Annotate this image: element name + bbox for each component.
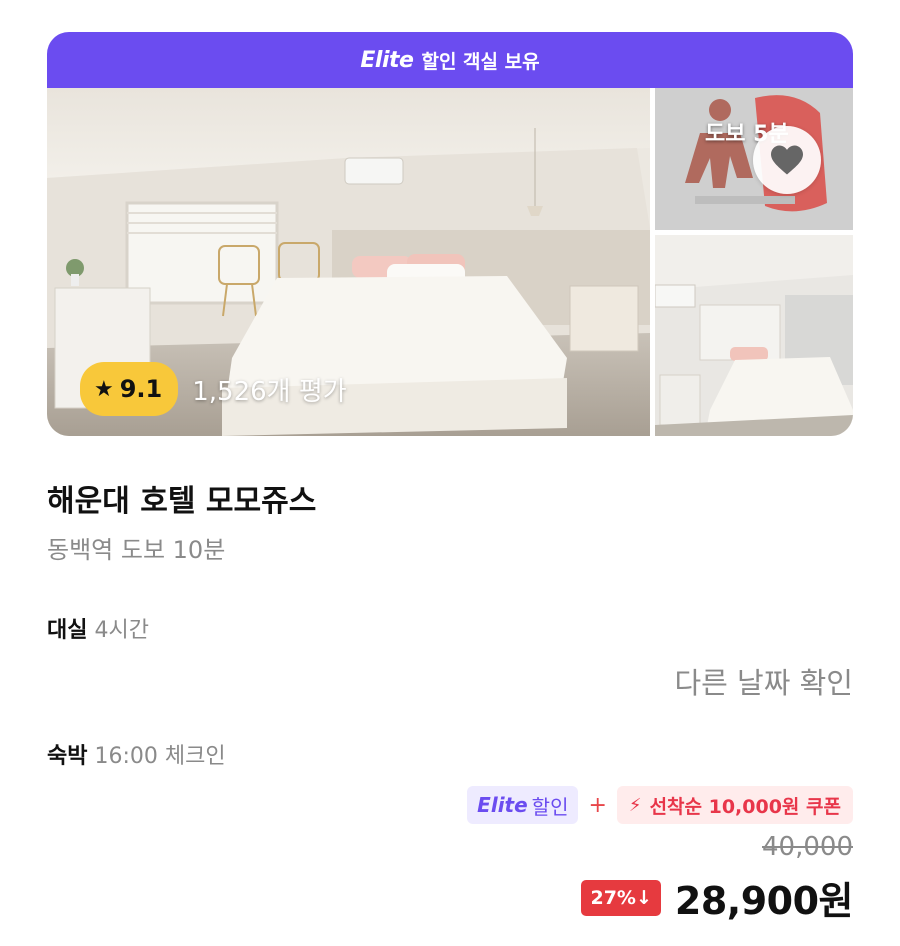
final-price: 28,900원 — [674, 879, 854, 923]
stay-value: 16:00 체크인 — [94, 744, 226, 769]
promo-row: Elite 할인 + ⚡ 선착순 10,000원 쿠폰 — [467, 786, 853, 824]
original-price: 40,000 — [762, 832, 853, 862]
elite-logo: Elite — [360, 47, 414, 73]
star-icon: ★ — [94, 376, 114, 402]
hotel-card[interactable]: Elite 할인 객실 보유 도보 5분 ★ 9.1 1,526개 평가 — [47, 32, 853, 436]
elite-banner-text: 할인 객실 보유 — [421, 50, 540, 73]
promo-plus: + — [588, 792, 607, 818]
room-thumbnail-photo[interactable] — [655, 235, 853, 436]
daysil-info: 대실 4시간 — [47, 612, 149, 644]
rating-score: 9.1 — [119, 375, 163, 403]
rating-badge: ★ 9.1 — [80, 362, 179, 416]
coupon-text: 선착순 10,000원 쿠폰 — [649, 795, 841, 818]
elite-banner: Elite 할인 객실 보유 — [47, 32, 853, 88]
elite-badge-text: 할인 — [531, 794, 569, 819]
stay-label: 숙박 — [47, 744, 88, 769]
heart-icon — [771, 145, 803, 175]
stay-info: 숙박 16:00 체크인 — [47, 738, 226, 770]
rating-row: ★ 9.1 1,526개 평가 — [80, 362, 347, 416]
daysil-label: 대실 — [47, 618, 88, 643]
wishlist-button[interactable] — [753, 126, 821, 194]
check-other-date-button[interactable]: 다른 날짜 확인 — [674, 660, 853, 702]
bolt-icon: ⚡ — [628, 794, 642, 816]
daysil-value: 4시간 — [94, 618, 149, 643]
hotel-location: 동백역 도보 10분 — [47, 536, 226, 564]
discount-badge: 27%↓ — [581, 879, 661, 916]
elite-discount-badge: Elite 할인 — [467, 786, 579, 824]
review-count[interactable]: 1,526개 평가 — [192, 371, 346, 408]
hotel-name[interactable]: 해운대 호텔 모모쥬스 — [47, 476, 316, 520]
final-price-row: 27%↓ 28,900원 — [581, 870, 854, 925]
photo-gallery[interactable]: 도보 5분 ★ 9.1 1,526개 평가 — [47, 88, 853, 436]
coupon-badge: ⚡ 선착순 10,000원 쿠폰 — [616, 786, 853, 824]
elite-badge-logo: Elite — [477, 793, 528, 817]
